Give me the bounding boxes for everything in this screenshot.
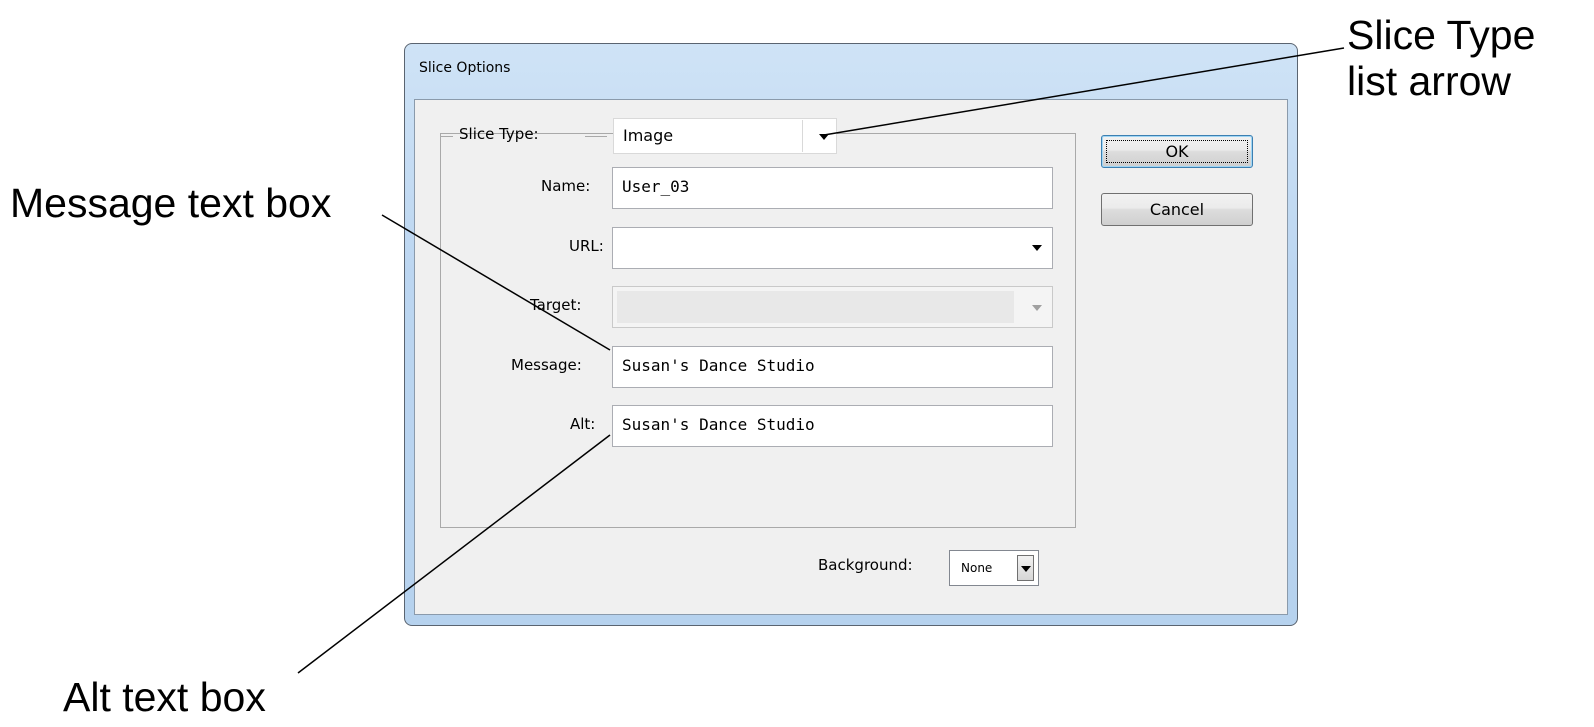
- message-leader-line: [381, 214, 611, 351]
- callout-leader-lines: [297, 47, 1345, 674]
- alt-leader-line: [297, 434, 611, 674]
- slice-type-leader-line: [823, 47, 1345, 136]
